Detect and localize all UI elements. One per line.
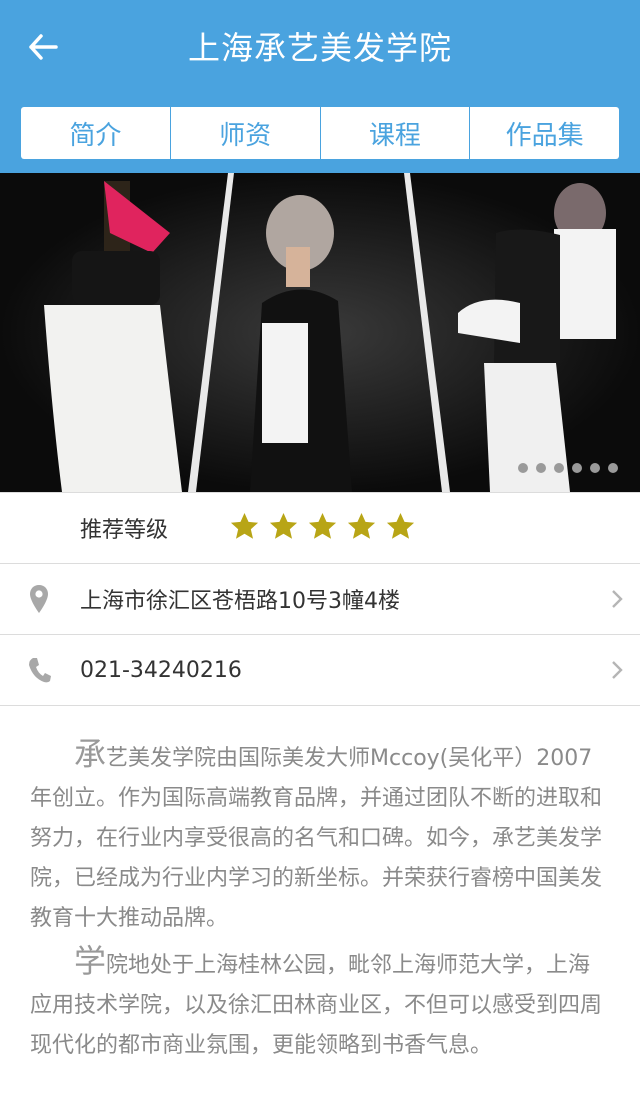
phone-text: 021-34240216 [80,657,242,683]
chevron-right-icon [612,590,623,608]
address-text: 上海市徐汇区苍梧路10号3幢4楼 [80,589,400,614]
star-icon [308,512,337,539]
description-paragraph: 学院地处于上海桂林公园，毗邻上海师范大学，上海应用技术学院，以及徐汇田林商业区，… [30,941,610,1066]
star-icon [386,512,415,539]
tab-bar: 简介 师资 课程 作品集 [21,107,619,159]
carousel-dot[interactable] [608,463,618,473]
carousel-dot[interactable] [536,463,546,473]
tab-portfolio[interactable]: 作品集 [470,107,619,159]
paragraph-text: 艺美发学院由国际美发大师Mccoy(吴化平）2007年创立。作为国际高端教育品牌… [30,746,603,931]
rating-stars [229,511,416,542]
drop-cap: 学 [74,942,107,980]
star-icon [347,512,376,539]
rating-label: 推荐等级 [80,518,169,543]
phone-icon [29,658,51,683]
description: 承艺美发学院由国际美发大师Mccoy(吴化平）2007年创立。作为国际高端教育品… [0,706,640,1066]
carousel-dot[interactable] [590,463,600,473]
drop-cap: 承 [74,735,107,773]
location-pin-icon [30,585,48,613]
page-title: 上海承艺美发学院 [187,29,452,67]
carousel-dot[interactable] [518,463,528,473]
phone-row[interactable]: 021-34240216 [0,635,640,706]
tab-courses[interactable]: 课程 [321,107,471,159]
rating-row: 推荐等级 [0,492,640,564]
carousel-dot[interactable] [572,463,582,473]
paragraph-text: 院地处于上海桂林公园，毗邻上海师范大学，上海应用技术学院，以及徐汇田林商业区，不… [30,953,603,1058]
carousel-indicators [518,463,618,473]
carousel-dot[interactable] [554,463,564,473]
banner-carousel[interactable] [0,173,640,492]
address-row[interactable]: 上海市徐汇区苍梧路10号3幢4楼 [0,564,640,635]
description-paragraph: 承艺美发学院由国际美发大师Mccoy(吴化平）2007年创立。作为国际高端教育品… [30,734,610,939]
banner-image [0,173,640,492]
star-icon [230,512,259,539]
star-icon [269,512,298,539]
app-header: 上海承艺美发学院 简介 师资 课程 作品集 [0,0,640,173]
tab-teachers[interactable]: 师资 [171,107,321,159]
chevron-right-icon [612,661,623,679]
tab-intro[interactable]: 简介 [21,107,171,159]
